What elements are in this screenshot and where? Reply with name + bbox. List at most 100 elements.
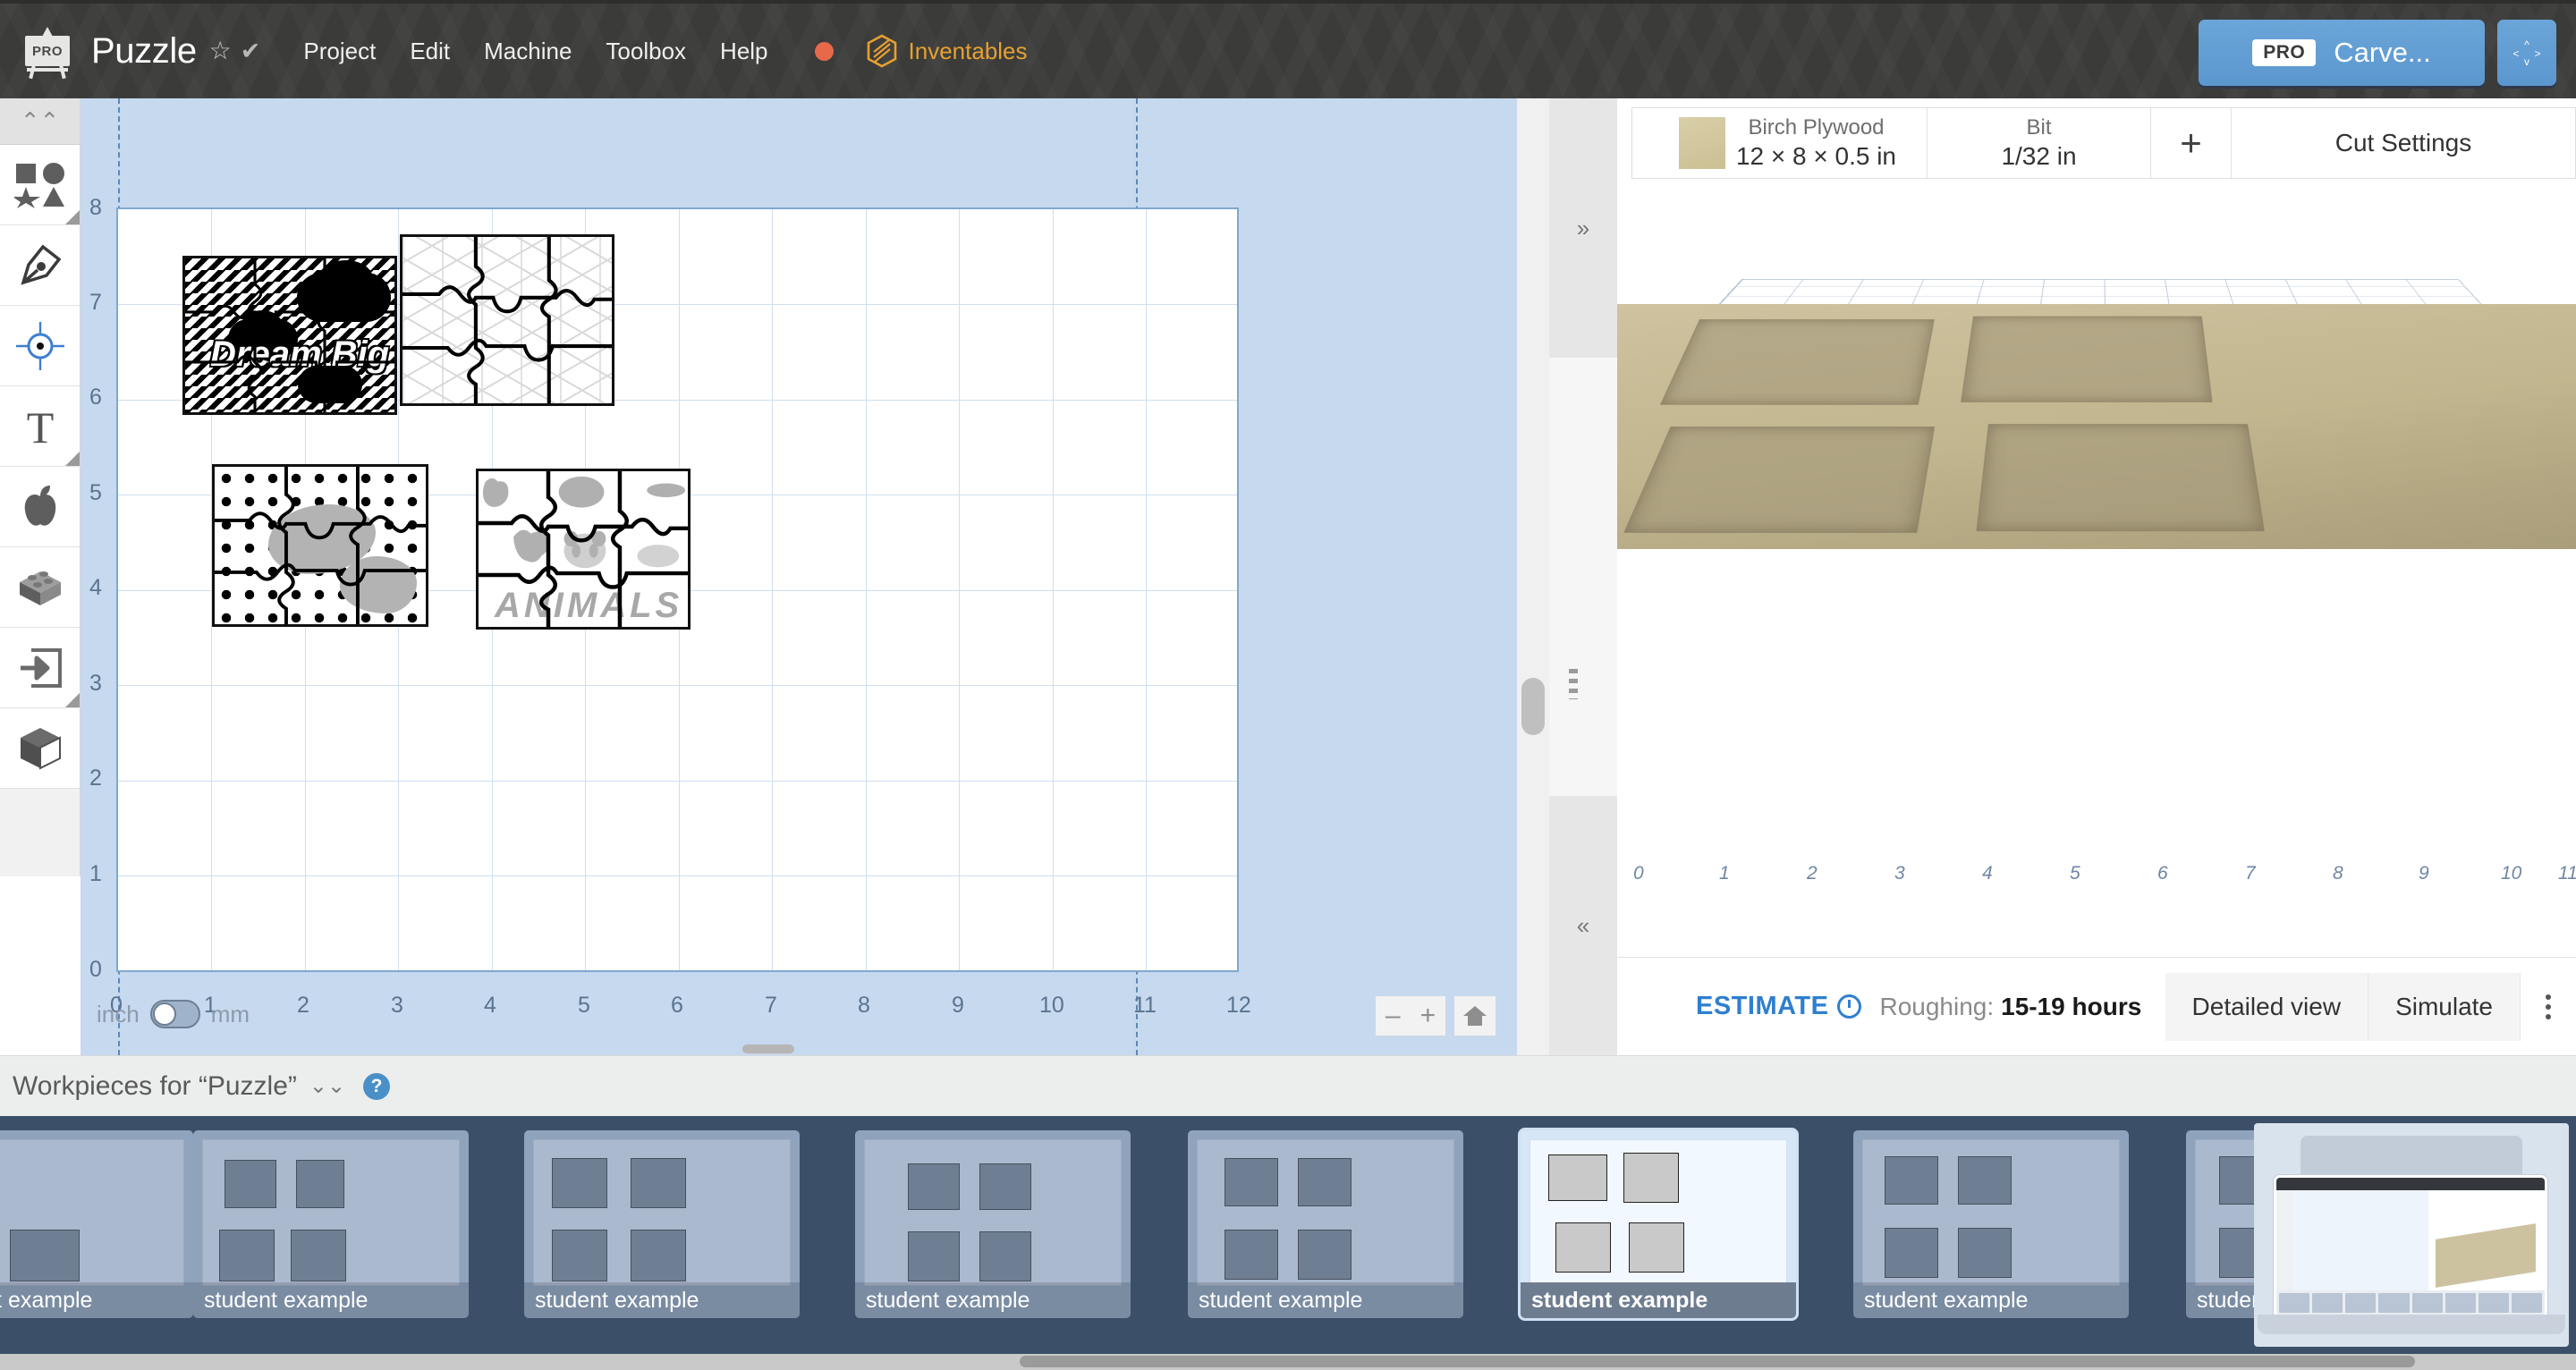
y-axis-label: 3: [89, 671, 102, 696]
material-selector[interactable]: Birch Plywood 12 × 8 × 0.5 in: [1632, 108, 1928, 178]
page-title[interactable]: Puzzle: [91, 31, 197, 72]
left-toolbar: ⌃⌃ T: [0, 98, 80, 876]
inventables-link[interactable]: Inventables: [866, 34, 1028, 68]
animals-board[interactable]: ANIMALS: [476, 469, 691, 630]
list-item[interactable]: student example: [855, 1130, 1131, 1318]
carve-button[interactable]: PRO Carve...: [2199, 20, 2485, 86]
center-point-tool[interactable]: [0, 306, 80, 386]
thumb-piece: [1548, 1154, 1607, 1201]
easel-pro-logo-icon[interactable]: PRO: [20, 23, 75, 80]
mini-thumb: [2411, 1293, 2443, 1313]
list-item[interactable]: student example: [1853, 1130, 2129, 1318]
expand-fullscreen-button[interactable]: ^ v < >: [2497, 20, 2556, 86]
menu-item-project[interactable]: Project: [303, 38, 376, 65]
estimate-bar: ESTIMATE Roughing: 15-19 hours Detailed …: [1617, 957, 2576, 1055]
tool-submenu-corner[interactable]: [65, 693, 80, 707]
thumb-piece: [631, 1230, 686, 1281]
preview-3d-pane[interactable]: Birch Plywood 12 × 8 × 0.5 in Bit 1/32 i…: [1617, 98, 2576, 1055]
preview-more-button[interactable]: [2521, 972, 2576, 1041]
estimate-value: 15-19 hours: [2001, 992, 2142, 1020]
menu-item-toolbox[interactable]: Toolbox: [606, 38, 686, 65]
material-stock-3d[interactable]: [1617, 304, 2576, 550]
polka-dot-board[interactable]: [212, 464, 428, 627]
design-surface[interactable]: Dream Big ANIMALS: [116, 207, 1239, 972]
minus-icon[interactable]: –: [1385, 1001, 1401, 1031]
tool-submenu-corner[interactable]: [65, 210, 80, 224]
workpieces-header: Workpieces for “Puzzle” ⌄⌄ ?: [0, 1055, 2576, 1116]
menu-item-edit[interactable]: Edit: [410, 38, 450, 65]
pen-tool[interactable]: [0, 225, 80, 306]
check-icon[interactable]: ✔: [241, 38, 261, 63]
carve-pro-badge: PRO: [2252, 39, 2317, 66]
thumb-piece: [225, 1160, 276, 1208]
chevron-double-down-icon[interactable]: ⌄⌄: [309, 1073, 345, 1099]
bit-selector[interactable]: Bit 1/32 in: [1928, 108, 2151, 178]
svg-text:v: v: [2524, 55, 2529, 68]
thumb-piece: [1958, 1228, 2012, 1278]
canvas-scrollbar-thumb[interactable]: [1521, 678, 1545, 735]
add-bit-button[interactable]: +: [2151, 108, 2232, 178]
list-item-label: student example: [1521, 1282, 1796, 1318]
menu-item-help[interactable]: Help: [720, 38, 767, 65]
brick-tool[interactable]: [0, 547, 80, 628]
list-item[interactable]: student example: [1188, 1130, 1463, 1318]
collapse-preview-button[interactable]: «: [1549, 796, 1617, 1055]
workpieces-strip[interactable]: student example student example student …: [0, 1116, 2576, 1354]
list-item[interactable]: student example: [1521, 1130, 1796, 1318]
workpieces-horizontal-scrollbar[interactable]: [0, 1354, 2576, 1370]
canvas-scrollbar-track[interactable]: [1517, 98, 1549, 1055]
text-tool[interactable]: T: [0, 386, 80, 467]
ruler-tick-label: 6: [2157, 863, 2168, 884]
ruler-tick-label: 3: [1894, 863, 1905, 884]
mini-toolbar: [2276, 1190, 2292, 1290]
three-d-tool[interactable]: [0, 708, 80, 789]
workpiece-thumbnail: [1197, 1139, 1454, 1286]
detailed-view-button[interactable]: Detailed view: [2165, 972, 2369, 1041]
y-axis-label: 2: [89, 765, 102, 791]
menu-item-machine[interactable]: Machine: [484, 38, 572, 65]
list-item-label: student example: [1853, 1282, 2129, 1318]
main-menu: Project Edit Machine Toolbox Help: [303, 38, 834, 65]
canvas-resize-handle[interactable]: [742, 1044, 794, 1053]
cut-settings-label: Cut Settings: [2334, 129, 2472, 157]
svg-text:T: T: [26, 404, 54, 449]
machine-status-dot[interactable]: [814, 41, 834, 61]
material-size: 12 × 8 × 0.5 in: [1735, 141, 1897, 170]
home-icon: [1463, 1006, 1487, 1026]
import-arrow-icon: [20, 647, 62, 688]
help-circle-icon[interactable]: ?: [363, 1072, 391, 1100]
tool-submenu-corner[interactable]: [65, 452, 80, 466]
geometric-board[interactable]: [400, 234, 614, 406]
simulate-button[interactable]: Simulate: [2368, 972, 2521, 1041]
scrollbar-thumb[interactable]: [1020, 1356, 2415, 1367]
list-item[interactable]: student example: [193, 1130, 469, 1318]
dream-big-board[interactable]: Dream Big: [182, 256, 397, 415]
zoom-buttons[interactable]: – +: [1376, 996, 1445, 1036]
star-outline-icon[interactable]: ☆: [209, 38, 232, 63]
shapes-tool[interactable]: [0, 145, 80, 225]
import-tool[interactable]: [0, 628, 80, 708]
unit-toggle[interactable]: inch mm: [97, 1000, 250, 1028]
svg-text:>: >: [2534, 47, 2540, 60]
inventables-logo-icon: [867, 34, 896, 68]
thumb-piece: [1885, 1228, 1938, 1278]
laptop-preview-card[interactable]: [2254, 1123, 2569, 1347]
plus-icon[interactable]: +: [1420, 1001, 1436, 1031]
design-canvas[interactable]: Dream Big ANIMALS 8 7 6 5 4 3 2 1 0 0 1 …: [80, 98, 1517, 1055]
apps-tool[interactable]: [0, 467, 80, 547]
list-item[interactable]: student example: [0, 1130, 193, 1318]
toolbar-collapse-button[interactable]: ⌃⌃: [0, 98, 80, 145]
x-axis-label: 5: [578, 993, 590, 1018]
home-view-button[interactable]: [1454, 996, 1496, 1036]
info-clock-icon[interactable]: [1837, 994, 1862, 1019]
apple-icon: [24, 485, 55, 526]
drag-handle-icon[interactable]: [1569, 669, 1578, 699]
unit-switch[interactable]: [149, 1000, 200, 1028]
list-item-label: student example: [0, 1282, 193, 1318]
thumb-piece: [296, 1160, 344, 1208]
list-item[interactable]: student example: [524, 1130, 800, 1318]
preview-ruler: 0 1 2 3 4 5 6 7 8 9 10 11: [1617, 863, 2576, 899]
cut-settings-button[interactable]: Cut Settings: [2232, 108, 2575, 178]
expand-preview-button[interactable]: »: [1549, 98, 1617, 358]
chevron-double-right-icon: »: [1576, 214, 1590, 241]
